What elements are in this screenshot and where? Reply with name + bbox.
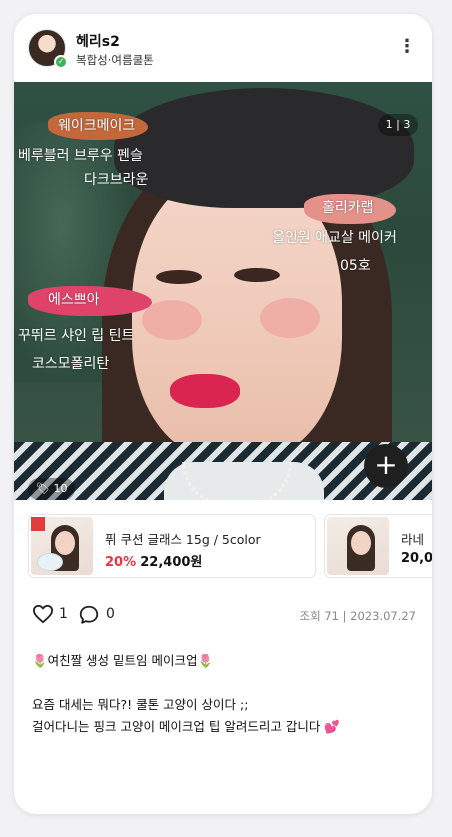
hollyka-line2: 05호 bbox=[340, 258, 371, 274]
personal-color: 여름쿨톤 bbox=[111, 53, 154, 67]
tulip-emoji: 🌷 bbox=[32, 653, 48, 668]
view-count: 조회 71 bbox=[299, 609, 339, 623]
wakemake-line1: 베루블러 브루우 펜슬 bbox=[18, 148, 143, 164]
tulip-emoji: 🌷 bbox=[197, 653, 214, 668]
beret bbox=[114, 88, 414, 208]
right-eye bbox=[234, 268, 280, 282]
add-product-button[interactable]: + bbox=[364, 444, 408, 488]
discount-rate: 20% bbox=[105, 555, 137, 570]
caption-title: 여친짤 생성 밑트임 메이크업 bbox=[47, 653, 198, 668]
left-cheek bbox=[142, 300, 202, 340]
hollyka-line1: 올인원 애교살 메이커 bbox=[272, 230, 397, 246]
right-cheek bbox=[260, 298, 320, 338]
tag-icon: 🏷 bbox=[36, 482, 50, 495]
comment-count: 0 bbox=[106, 606, 115, 622]
product-price: 22,400원 bbox=[140, 555, 203, 570]
product-card[interactable]: 라네 20,0 bbox=[324, 514, 432, 578]
caption-line: 요즘 대세는 뭐다?! 쿨톤 고양이 상이다 ;; bbox=[32, 697, 249, 712]
product-name: 라네 bbox=[401, 532, 425, 547]
post-header: ✓ 헤리s2 복합성·여름쿨톤 ⋮ bbox=[14, 14, 432, 82]
like-count: 1 bbox=[59, 606, 68, 622]
comment-icon[interactable] bbox=[78, 604, 100, 626]
cushion-puff bbox=[37, 553, 63, 571]
left-eye bbox=[156, 270, 202, 284]
post-date: 2023.07.27 bbox=[350, 609, 416, 623]
hearts-emoji: 💕 bbox=[324, 719, 340, 734]
verified-check-icon: ✓ bbox=[54, 55, 68, 69]
product-name: 퓌 쿠션 글래스 15g / 5color bbox=[105, 532, 261, 547]
username[interactable]: 헤리s2 bbox=[76, 31, 120, 51]
product-carousel[interactable]: 퓌 쿠션 글래스 15g / 5color 20% 22,400원 라네 20,… bbox=[14, 514, 432, 580]
hollyka-title: 홀리카랩 bbox=[322, 200, 374, 216]
product-thumbnail bbox=[327, 517, 389, 575]
caption-line: 걸어다니는 핑크 고양이 메이크업 팁 알려드리고 갑니다 bbox=[32, 719, 321, 734]
product-price: 20,0 bbox=[401, 551, 432, 566]
model-face bbox=[55, 531, 75, 555]
wakemake-title: 웨이크메이크 bbox=[58, 118, 136, 134]
product-card[interactable]: 퓌 쿠션 글래스 15g / 5color 20% 22,400원 bbox=[28, 514, 316, 578]
product-price-row: 20,0 bbox=[401, 551, 432, 566]
post-caption: 🌷여친짤 생성 밑트임 메이크업🌷 요즘 대세는 뭐다?! 쿨톤 고양이 상이다… bbox=[32, 650, 422, 738]
espoir-line2: 코스모폴리탄 bbox=[32, 356, 110, 372]
more-vertical-icon[interactable]: ⋮ bbox=[398, 38, 416, 60]
espoir-line1: 꾸뛰르 샤인 립 틴트 bbox=[18, 328, 135, 344]
caption-title-row: 🌷여친짤 생성 밑트임 메이크업🌷 bbox=[32, 650, 422, 672]
post-stats: 1 0 조회 71 | 2023.07.27 bbox=[14, 600, 432, 630]
wakemake-line2: 다크브라운 bbox=[84, 172, 149, 188]
meta-separator: | bbox=[342, 609, 347, 623]
brand-tag bbox=[31, 517, 45, 531]
caption-line-row: 걸어다니는 핑크 고양이 메이크업 팁 알려드리고 갑니다 💕 bbox=[32, 716, 422, 738]
pearl-necklace bbox=[182, 462, 292, 500]
user-skin-info: 복합성·여름쿨톤 bbox=[76, 52, 154, 68]
espoir-title: 에스쁘아 bbox=[48, 292, 100, 308]
heart-icon[interactable] bbox=[32, 604, 54, 624]
product-thumbnail bbox=[31, 517, 93, 575]
lips bbox=[170, 374, 240, 408]
image-counter: 1 | 3 bbox=[378, 114, 418, 136]
tag-count: 10 bbox=[53, 482, 68, 495]
post-card: ✓ 헤리s2 복합성·여름쿨톤 ⋮ 웨이크메이크 베루블러 브루우 펜슬 다크브… bbox=[14, 14, 432, 814]
product-price-row: 20% 22,400원 bbox=[105, 551, 202, 570]
post-image[interactable]: 웨이크메이크 베루블러 브루우 펜슬 다크브라운 홀리카랩 올인원 애교살 메이… bbox=[14, 82, 432, 500]
model-face bbox=[351, 531, 371, 555]
post-meta: 조회 71 | 2023.07.27 bbox=[300, 608, 417, 624]
skin-type: 복합성 bbox=[76, 53, 108, 67]
tag-count-badge[interactable]: 🏷 10 bbox=[28, 478, 76, 500]
